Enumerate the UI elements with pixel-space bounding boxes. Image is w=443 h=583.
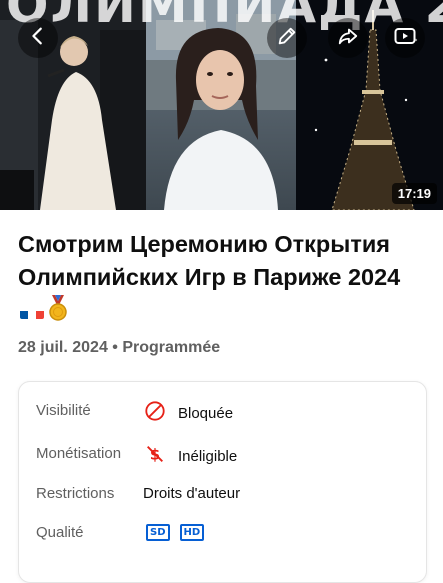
video-meta: 28 juil. 2024 • Programmée — [18, 339, 220, 357]
visibility-label: Visibilité — [36, 402, 91, 419]
video-title-text: Смотрим Церемонию Открытия Олимпийских И… — [18, 231, 401, 290]
quality-badge-sd: SD — [146, 524, 170, 541]
chevron-left-icon — [27, 25, 49, 52]
thumbnail-overlay-title: ОЛИМПИАДА 2024 — [6, 0, 443, 34]
pencil-icon — [276, 25, 298, 52]
share-arrow-icon — [337, 25, 359, 52]
back-button[interactable] — [18, 18, 58, 58]
share-button[interactable] — [328, 18, 368, 58]
monetization-label: Monétisation — [36, 445, 122, 462]
quality-value: SD HD — [146, 524, 214, 541]
monetization-value: $ Inéligible — [144, 443, 237, 469]
monetization-value-text: Inéligible — [178, 447, 238, 465]
meta-separator: • — [112, 339, 118, 356]
video-thumbnail[interactable]: ОЛИМПИАДА 2024 17:19 — [0, 0, 443, 210]
open-youtube-button[interactable] — [385, 18, 425, 58]
youtube-play-icon — [393, 24, 417, 53]
video-duration: 17:19 — [391, 183, 437, 204]
flag-france-icon — [20, 303, 44, 319]
restrictions-label: Restrictions — [36, 485, 115, 502]
medal-icon — [48, 295, 68, 330]
blocked-icon — [144, 400, 166, 426]
restrictions-value: Droits d'auteur — [143, 485, 241, 502]
quality-badge-hd: HD — [179, 524, 205, 541]
publish-date: 28 juil. 2024 — [18, 339, 108, 356]
quality-label: Qualité — [36, 524, 84, 541]
edit-button[interactable] — [267, 18, 307, 58]
video-title: Смотрим Церемонию Открытия Олимпийских И… — [18, 228, 423, 330]
publish-status: Programmée — [122, 339, 221, 356]
no-money-icon: $ — [144, 443, 166, 469]
video-details-card: Visibilité Bloquée Monétisation $ Inélig… — [18, 381, 427, 583]
visibility-value-text: Bloquée — [178, 404, 234, 422]
visibility-value: Bloquée — [144, 400, 233, 426]
